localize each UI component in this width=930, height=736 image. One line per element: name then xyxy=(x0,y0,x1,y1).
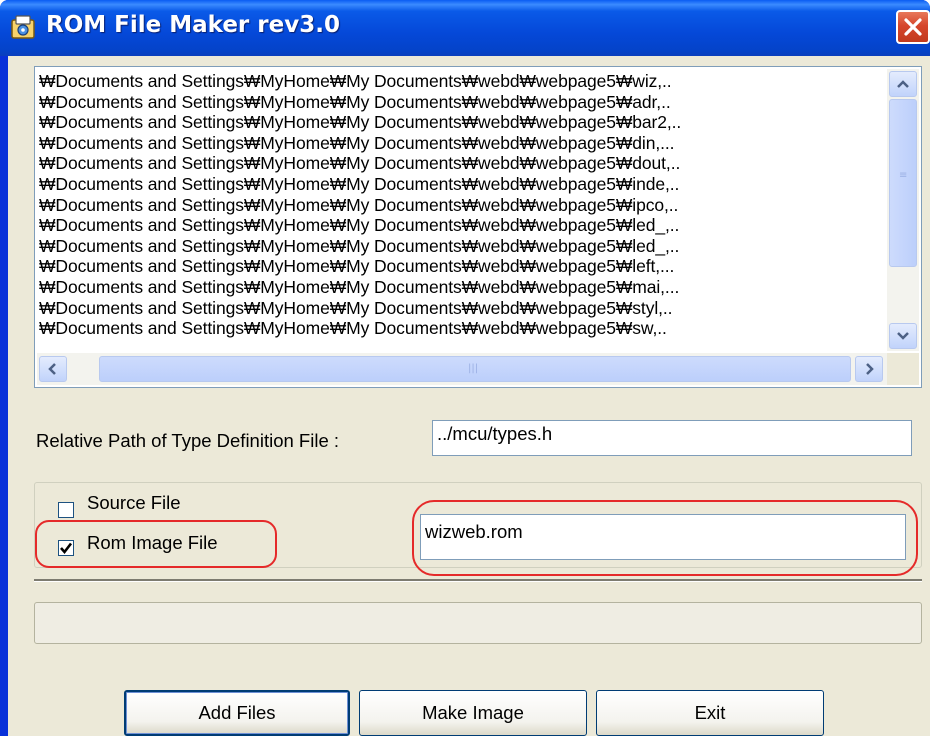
arrow-down-icon xyxy=(897,332,909,340)
rom-file-maker-window: ROM File Maker rev3.0 ₩Documents and Set… xyxy=(0,0,930,736)
list-item[interactable]: ₩Documents and Settings₩MyHome₩My Docume… xyxy=(39,112,879,133)
thumb-grip-icon: ||| xyxy=(468,363,479,374)
window-title: ROM File Maker rev3.0 xyxy=(46,12,340,38)
file-list[interactable]: ₩Documents and Settings₩MyHome₩My Docume… xyxy=(34,66,922,388)
source-file-label[interactable]: Source File xyxy=(87,492,181,514)
list-item[interactable]: ₩Documents and Settings₩MyHome₩My Docume… xyxy=(39,174,879,195)
scrollbar-corner xyxy=(887,353,919,385)
close-button[interactable] xyxy=(896,10,930,44)
list-item[interactable]: ₩Documents and Settings₩MyHome₩My Docume… xyxy=(39,256,879,277)
scroll-left-button[interactable] xyxy=(39,356,67,382)
exit-button[interactable]: Exit xyxy=(596,690,824,736)
horizontal-scroll-thumb[interactable]: ||| xyxy=(99,356,851,382)
list-item[interactable]: ₩Documents and Settings₩MyHome₩My Docume… xyxy=(39,133,879,154)
type-def-label: Relative Path of Type Definition File : xyxy=(36,430,340,451)
horizontal-scrollbar[interactable]: ||| xyxy=(37,353,887,385)
list-item[interactable]: ₩Documents and Settings₩MyHome₩My Docume… xyxy=(39,153,879,174)
list-item[interactable]: ₩Documents and Settings₩MyHome₩My Docume… xyxy=(39,318,879,339)
scroll-down-button[interactable] xyxy=(889,323,917,349)
list-item[interactable]: ₩Documents and Settings₩MyHome₩My Docume… xyxy=(39,298,879,319)
list-item[interactable]: ₩Documents and Settings₩MyHome₩My Docume… xyxy=(39,277,879,298)
file-list-rows: ₩Documents and Settings₩MyHome₩My Docume… xyxy=(39,71,879,349)
list-item[interactable]: ₩Documents and Settings₩MyHome₩My Docume… xyxy=(39,195,879,216)
source-file-checkbox[interactable] xyxy=(58,502,74,518)
title-bar[interactable]: ROM File Maker rev3.0 xyxy=(0,0,930,56)
highlight-rom-checkbox xyxy=(35,520,277,568)
list-item[interactable]: ₩Documents and Settings₩MyHome₩My Docume… xyxy=(39,92,879,113)
highlight-rom-filename xyxy=(412,500,918,576)
vertical-scrollbar[interactable]: ≡ xyxy=(887,69,919,351)
arrow-left-icon xyxy=(48,363,56,375)
add-files-button[interactable]: Add Files xyxy=(124,690,350,736)
list-item[interactable]: ₩Documents and Settings₩MyHome₩My Docume… xyxy=(39,71,879,92)
type-def-path-input[interactable]: ../mcu/types.h xyxy=(432,420,912,456)
arrow-right-icon xyxy=(866,363,874,375)
arrow-up-icon xyxy=(897,80,909,88)
close-icon xyxy=(904,18,922,36)
progress-bar xyxy=(34,602,922,644)
vertical-scroll-thumb[interactable]: ≡ xyxy=(889,99,917,267)
separator-line xyxy=(34,579,922,582)
dialog-client-area: ₩Documents and Settings₩MyHome₩My Docume… xyxy=(8,56,930,736)
app-icon xyxy=(11,15,35,39)
list-item[interactable]: ₩Documents and Settings₩MyHome₩My Docume… xyxy=(39,215,879,236)
list-item[interactable]: ₩Documents and Settings₩MyHome₩My Docume… xyxy=(39,236,879,257)
make-image-button[interactable]: Make Image xyxy=(359,690,587,736)
scroll-right-button[interactable] xyxy=(855,356,883,382)
thumb-grip-icon: ≡ xyxy=(899,170,908,181)
scroll-up-button[interactable] xyxy=(889,71,917,97)
